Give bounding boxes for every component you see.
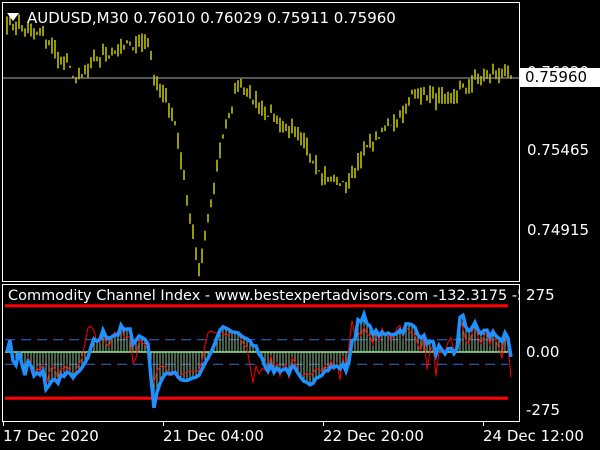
- time-label: 22 Dec 20:00: [323, 427, 424, 445]
- time-label: 24 Dec 12:00: [483, 427, 584, 445]
- cci-axis-label: 0.00: [526, 343, 560, 361]
- cci-panel[interactable]: Commodity Channel Index - www.bestexpert…: [2, 284, 520, 422]
- time-label: 21 Dec 04:00: [163, 427, 264, 445]
- cci-axis-label: 275: [526, 286, 555, 304]
- cci-plot: [5, 304, 513, 409]
- cci-axis-label: -275: [526, 401, 561, 419]
- price-label: 0.75465: [527, 141, 590, 159]
- time-tick: [163, 421, 164, 426]
- price-chart[interactable]: AUDUSD,M30 0.76010 0.76029 0.75911 0.759…: [2, 2, 520, 282]
- current-price-label: 0.75960: [519, 68, 600, 87]
- cci-main-line: [5, 308, 513, 409]
- time-label: 17 Dec 2020: [3, 427, 99, 445]
- time-tick: [323, 421, 324, 426]
- time-tick: [483, 421, 484, 426]
- price-bars: [3, 14, 519, 277]
- price-label: 0.74915: [527, 221, 590, 239]
- cci-title: Commodity Channel Index - www.bestexpert…: [8, 288, 520, 304]
- time-tick: [3, 421, 4, 426]
- symbol-header: AUDUSD,M30 0.76010 0.76029 0.75911 0.759…: [27, 9, 396, 27]
- dropdown-triangle-icon[interactable]: [7, 13, 19, 21]
